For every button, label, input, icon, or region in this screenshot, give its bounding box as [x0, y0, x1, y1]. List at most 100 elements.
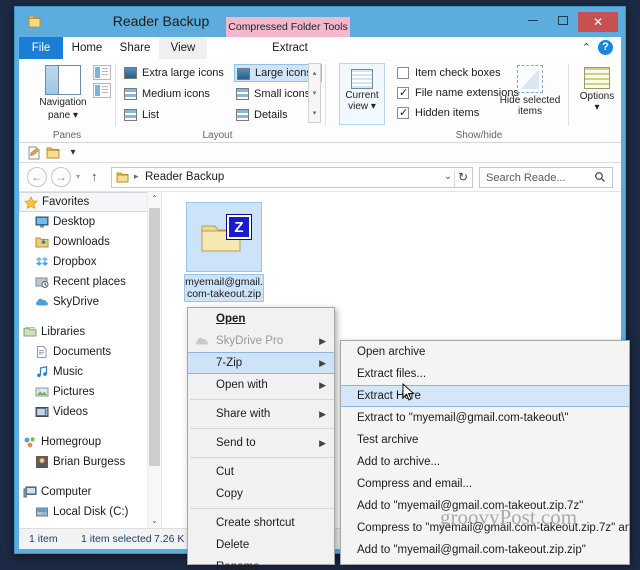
submenu-item-compress-and-email[interactable]: Compress and email...: [341, 473, 629, 495]
address-path-field[interactable]: ▸ Reader Backup ⌄ ↻: [111, 167, 473, 188]
layout-scroll-down[interactable]: ▾: [309, 84, 320, 104]
context-menu-item-send-to[interactable]: Send to ▶: [188, 432, 334, 454]
layout-scroll-more[interactable]: ▾: [309, 104, 320, 124]
sidebar-item-videos[interactable]: Videos: [19, 402, 161, 422]
context-menu-item-delete[interactable]: Delete: [188, 534, 334, 556]
file-thumbnail[interactable]: Z: [186, 202, 262, 272]
zip-badge: Z: [227, 215, 251, 239]
options-button[interactable]: Options ▾: [575, 63, 619, 113]
scrollbar-thumb[interactable]: [149, 208, 160, 466]
hide-selected-items-button[interactable]: Hide selected items: [498, 63, 562, 117]
ribbon-group-layout: Extra large icons Medium icons List Larg…: [116, 59, 322, 143]
sidebar-item-music[interactable]: Music: [19, 362, 161, 382]
submenu-item-extract-here[interactable]: Extract Here: [341, 385, 629, 407]
sidebar-item-documents[interactable]: Documents: [19, 342, 161, 362]
sidebar-scrollbar[interactable]: ⌃ ⌄: [147, 192, 161, 528]
sidebar-item-desktop[interactable]: Desktop: [19, 212, 161, 232]
submenu-item-extract-files[interactable]: Extract files...: [341, 363, 629, 385]
layout-scrollbar[interactable]: ▴ ▾ ▾: [308, 63, 321, 123]
layout-extra-large-icons[interactable]: Extra large icons: [122, 64, 232, 82]
sidebar-label: Desktop: [53, 216, 96, 228]
file-name-label[interactable]: myemail@gmail. com-takeout.zip: [184, 274, 264, 302]
context-menu-item-open[interactable]: Open: [188, 308, 334, 330]
menu-label: Create shortcut: [216, 517, 295, 529]
navigation-pane-button[interactable]: Navigation pane ▾: [37, 63, 89, 123]
menu-separator: [190, 399, 334, 400]
submenu-item-open-archive[interactable]: Open archive: [341, 341, 629, 363]
chevron-down-icon[interactable]: ▾: [66, 146, 80, 160]
current-view-button[interactable]: Current view ▾: [339, 63, 385, 125]
context-menu-item-rename[interactable]: Rename: [188, 556, 334, 570]
submenu-item-test-archive[interactable]: Test archive: [341, 429, 629, 451]
collapse-ribbon-icon[interactable]: ⌃: [582, 41, 591, 54]
tab-home[interactable]: Home: [63, 37, 111, 59]
videos-icon: [35, 405, 49, 419]
checkbox-hidden-items[interactable]: Hidden items: [396, 105, 479, 121]
layout-list[interactable]: List: [122, 106, 232, 124]
context-menu-item-copy[interactable]: Copy: [188, 483, 334, 505]
tab-file[interactable]: File: [19, 37, 63, 59]
current-view-label-2: view ▾: [348, 101, 376, 112]
sidebar-item-favorites[interactable]: Favorites: [19, 192, 161, 212]
menu-label: Rename: [216, 561, 260, 570]
context-menu-item-share-with[interactable]: Share with ▶: [188, 403, 334, 425]
minimize-button[interactable]: [519, 12, 546, 32]
sidebar-label: Pictures: [53, 386, 95, 398]
layout-label: Medium icons: [142, 88, 210, 100]
submenu-item-add-to-zip[interactable]: Add to "myemail@gmail.com-takeout.zip.zi…: [341, 539, 629, 561]
context-menu-item-cut[interactable]: Cut: [188, 461, 334, 483]
scroll-up-icon[interactable]: ⌃: [148, 192, 161, 206]
refresh-icon[interactable]: ↻: [458, 170, 468, 184]
submenu-item-extract-to[interactable]: Extract to "myemail@gmail.com-takeout\": [341, 407, 629, 429]
breadcrumb-path[interactable]: Reader Backup: [145, 171, 224, 183]
sidebar-item-downloads[interactable]: Downloads: [19, 232, 161, 252]
tab-view[interactable]: View: [159, 37, 207, 59]
checkbox-icon: [397, 67, 409, 79]
chevron-down-icon[interactable]: ⌄: [444, 171, 452, 182]
file-item[interactable]: Z myemail@gmail. com-takeout.zip: [184, 202, 264, 302]
sidebar-item-local-disk-c[interactable]: Local Disk (C:): [19, 502, 161, 522]
close-button[interactable]: ✕: [578, 12, 618, 32]
layout-medium-icons[interactable]: Medium icons: [122, 85, 232, 103]
ribbon-tab-strip: File Home Share View Extract ⌃ ?: [19, 37, 621, 59]
properties-icon[interactable]: [27, 146, 41, 160]
help-icon[interactable]: ?: [598, 40, 613, 55]
sidebar-item-recent-places[interactable]: Recent places: [19, 272, 161, 292]
homegroup-icon: [23, 435, 37, 449]
submenu-item-add-to-archive[interactable]: Add to archive...: [341, 451, 629, 473]
sidebar-item-brian-burgess[interactable]: Brian Burgess: [19, 452, 161, 472]
sidebar-item-dropbox[interactable]: Dropbox: [19, 252, 161, 272]
forward-button[interactable]: →: [51, 167, 71, 187]
context-menu-item-7-zip[interactable]: 7-Zip ▶: [188, 352, 334, 374]
folder-icon: [27, 14, 42, 29]
layout-label: Small icons: [254, 88, 311, 100]
back-button[interactable]: ←: [27, 167, 47, 187]
scroll-down-icon[interactable]: ⌄: [148, 514, 161, 528]
details-pane-button[interactable]: [93, 83, 111, 98]
up-button[interactable]: ↑: [91, 169, 98, 184]
maximize-button[interactable]: [549, 12, 576, 32]
tab-share[interactable]: Share: [111, 37, 159, 59]
preview-pane-button[interactable]: [93, 65, 111, 80]
context-menu-item-open-with[interactable]: Open with ▶: [188, 374, 334, 396]
sidebar-item-pictures[interactable]: Pictures: [19, 382, 161, 402]
new-folder-icon[interactable]: [46, 146, 60, 160]
disk-icon: [35, 505, 49, 519]
menu-label: Cut: [216, 466, 234, 478]
menu-separator: [190, 428, 334, 429]
search-input[interactable]: Search Reade...: [479, 167, 613, 188]
sidebar-item-homegroup[interactable]: Homegroup: [19, 432, 161, 452]
sidebar-item-libraries[interactable]: Libraries: [19, 322, 161, 342]
context-menu-item-create-shortcut[interactable]: Create shortcut: [188, 512, 334, 534]
layout-label: Large icons: [255, 67, 312, 79]
layout-scroll-up[interactable]: ▴: [309, 64, 320, 84]
sidebar-item-skydrive[interactable]: SkyDrive: [19, 292, 161, 312]
tab-extract[interactable]: Extract: [226, 37, 354, 59]
chevron-right-icon: ▶: [319, 380, 326, 390]
sidebar-item-computer[interactable]: Computer: [19, 482, 161, 502]
checkbox-item-check-boxes[interactable]: Item check boxes: [396, 65, 501, 81]
context-menu-item-skydrive-pro[interactable]: SkyDrive Pro ▶: [188, 330, 334, 352]
submenu-item-compress-to-zip-and-email[interactable]: Compress to "myemail@gmail.com-takeout.z…: [341, 561, 629, 564]
recent-locations-icon[interactable]: ▾: [76, 172, 80, 181]
context-menu: Open SkyDrive Pro ▶ 7-Zip ▶ Open with ▶ …: [187, 307, 335, 570]
